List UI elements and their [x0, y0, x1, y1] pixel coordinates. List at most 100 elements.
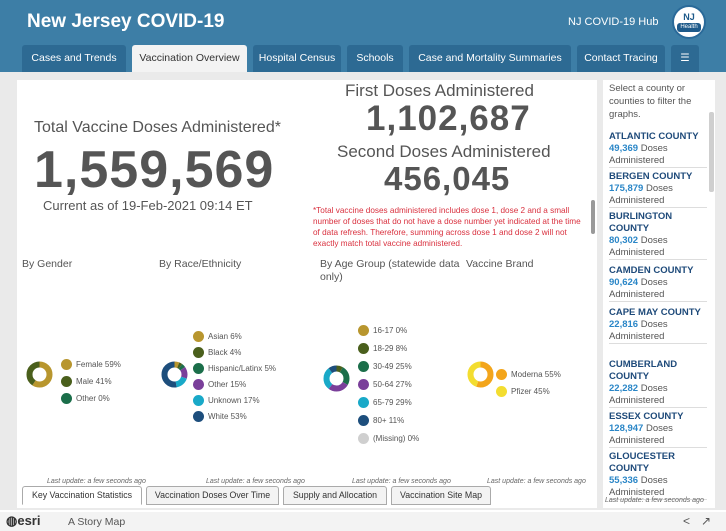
story-map-label: A Story Map	[68, 516, 126, 528]
globe-icon: ◍	[6, 513, 18, 528]
gender-donut-chart[interactable]	[26, 361, 53, 388]
legend-swatch	[193, 347, 204, 358]
county-name: CAMDEN COUNTY	[609, 265, 694, 276]
brand-donut-chart[interactable]	[467, 361, 494, 388]
legend-swatch	[358, 325, 369, 336]
legend-label: White 53%	[208, 412, 247, 421]
county-item[interactable]: GLOUCESTER COUNTY 55,336 Doses Administer…	[609, 448, 707, 500]
second-doses-label: Second Doses Administered	[337, 142, 551, 161]
county-item[interactable]: ESSEX COUNTY 128,947 Doses Administered	[609, 408, 707, 448]
last-update-brand: Last update: a few seconds ago	[487, 478, 586, 485]
legend-swatch	[358, 433, 369, 444]
tab-supply-and-allocation[interactable]: Supply and Allocation	[283, 486, 387, 505]
tab-cases-and-trends[interactable]: Cases and Trends	[22, 45, 126, 72]
legend-swatch	[61, 393, 72, 404]
legend-swatch	[193, 411, 204, 422]
legend-swatch	[358, 361, 369, 372]
county-item[interactable]: CAPE MAY COUNTY 22,816 Doses Administered	[609, 304, 707, 344]
county-name: ATLANTIC COUNTY	[609, 131, 699, 142]
tab-vaccination-site-map[interactable]: Vaccination Site Map	[391, 486, 491, 505]
legend-swatch	[61, 359, 72, 370]
legend-label: Pfizer 45%	[511, 387, 550, 396]
legend-label: Hispanic/Latinx 5%	[208, 364, 277, 373]
county-name: ESSEX COUNTY	[609, 411, 684, 422]
sidebar-intro: Select a county or counties to filter th…	[609, 83, 692, 120]
esri-logo[interactable]: ◍esri	[6, 513, 40, 529]
footnote-scrollbar[interactable]	[591, 200, 595, 234]
tab-vaccination-overview[interactable]: Vaccination Overview	[132, 45, 247, 72]
county-item[interactable]: BERGEN COUNTY 175,879 Doses Administered	[609, 168, 707, 208]
sidebar-scrollbar[interactable]	[709, 112, 714, 192]
legend-label: Unknown 17%	[208, 396, 260, 405]
logo-text: NJ	[683, 12, 695, 22]
legend-label: Other 0%	[76, 394, 110, 403]
legend-label: (Missing) 0%	[373, 434, 420, 443]
age-donut-chart[interactable]	[323, 365, 350, 392]
county-name: CUMBERLAND COUNTY	[609, 359, 678, 382]
legend-label: Black 4%	[208, 348, 242, 357]
county-doses-value: 49,369	[609, 143, 641, 154]
legend-swatch	[193, 331, 204, 342]
legend-label: Other 15%	[208, 380, 247, 389]
legend-swatch	[193, 363, 204, 374]
legend-label: Asian 6%	[208, 332, 242, 341]
legend-swatch	[358, 343, 369, 354]
county-item[interactable]: CAMDEN COUNTY 90,624 Doses Administered	[609, 262, 707, 302]
county-name: GLOUCESTER COUNTY	[609, 451, 675, 474]
county-name: CAPE MAY COUNTY	[609, 307, 701, 318]
county-doses-value: 22,816	[609, 319, 641, 330]
total-doses-label: Total Vaccine Doses Administered*	[34, 119, 281, 136]
section-gender: By Gender	[22, 258, 73, 270]
legend-swatch	[496, 369, 507, 380]
legend-label: Moderna 55%	[511, 370, 561, 379]
legend-label: 80+ 11%	[373, 416, 405, 425]
total-doses-value: 1,559,569	[34, 141, 275, 199]
section-age: By Age Group (statewide data only)	[320, 258, 460, 283]
county-doses-value: 55,336	[609, 475, 641, 486]
legend-swatch	[358, 379, 369, 390]
share-icon[interactable]: <	[683, 514, 690, 528]
tab-schools[interactable]: Schools	[347, 45, 403, 72]
legend-swatch	[61, 376, 72, 387]
tab-hospital-census[interactable]: Hospital Census	[253, 45, 341, 72]
tab-vaccination-doses-over-time[interactable]: Vaccination Doses Over Time	[146, 486, 279, 505]
legend-label: 50-64 27%	[373, 380, 412, 389]
county-doses-value: 80,302	[609, 235, 641, 246]
as-of-date: Current as of 19-Feb-2021 09:14 ET	[43, 198, 253, 213]
legend-swatch	[358, 415, 369, 426]
list-icon[interactable]: ☰	[671, 45, 699, 72]
last-update-gender: Last update: a few seconds ago	[47, 478, 146, 485]
nj-health-logo[interactable]: NJ Health	[672, 5, 706, 39]
esri-brand: esri	[17, 513, 41, 528]
last-update-race: Last update: a few seconds ago	[206, 478, 305, 485]
county-doses-value: 90,624	[609, 277, 641, 288]
race-donut-chart[interactable]	[161, 361, 188, 388]
county-item[interactable]: ATLANTIC COUNTY 49,369 Doses Administered	[609, 128, 707, 168]
legend-label: 65-79 29%	[373, 398, 412, 407]
tab-contact-tracing[interactable]: Contact Tracing	[577, 45, 665, 72]
section-brand: Vaccine Brand	[466, 258, 534, 270]
county-name: BURLINGTON COUNTY	[609, 211, 673, 234]
section-race: By Race/Ethnicity	[159, 258, 242, 270]
legend-label: 16-17 0%	[373, 326, 408, 335]
county-item[interactable]: BURLINGTON COUNTY 80,302 Doses Administer…	[609, 208, 707, 260]
county-doses-value: 175,879	[609, 183, 646, 194]
legend-swatch	[496, 386, 507, 397]
hub-link[interactable]: NJ COVID-19 Hub	[568, 16, 658, 28]
page-title: New Jersey COVID-19	[27, 11, 225, 32]
legend-label: 18-29 8%	[373, 344, 408, 353]
legend-label: Male 41%	[76, 377, 112, 386]
sidebar-last-update: Last update: a few seconds ago	[605, 497, 704, 504]
legend-label: 30-49 25%	[373, 362, 412, 371]
county-doses-value: 128,947	[609, 423, 646, 434]
county-item[interactable]: CUMBERLAND COUNTY 22,282 Doses Administer…	[609, 356, 707, 408]
county-name: BERGEN COUNTY	[609, 171, 693, 182]
external-link-icon[interactable]: ↗	[701, 514, 711, 528]
tab-key-vaccination-statistics[interactable]: Key Vaccination Statistics	[22, 486, 142, 505]
tab-case-and-mortality-summaries[interactable]: Case and Mortality Summaries	[409, 45, 571, 72]
first-doses-label: First Doses Administered	[345, 81, 534, 100]
last-update-age: Last update: a few seconds ago	[352, 478, 451, 485]
second-doses-value: 456,045	[384, 160, 511, 197]
legend-swatch	[193, 379, 204, 390]
legend-swatch	[193, 395, 204, 406]
